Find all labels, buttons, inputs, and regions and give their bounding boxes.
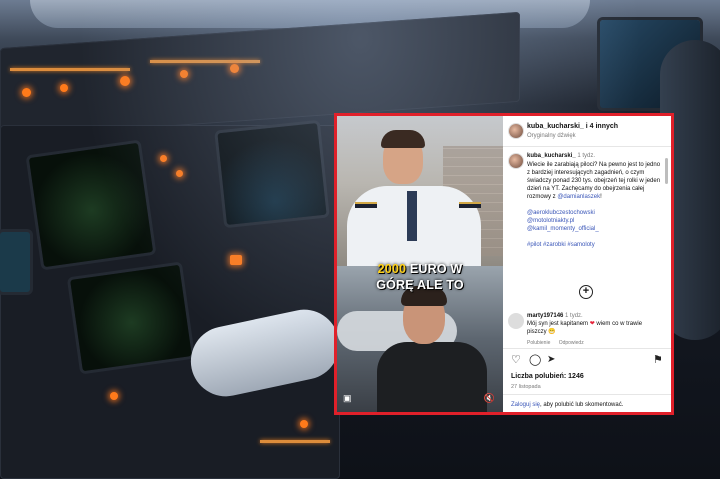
post-date: 27 listopada [511,384,541,390]
reply-text: Mój syn jest kapitanem ❤ wiem co w trawi… [527,320,661,336]
add-icon[interactable]: + [579,285,593,299]
comment-icon[interactable]: ◯ [529,354,541,366]
video-caption-line2: GÓRĘ ALE TO [376,278,464,292]
mute-icon[interactable]: 🔇 [484,393,495,404]
divider [503,394,671,395]
share-icon[interactable]: ➤ [547,354,555,366]
caption-highlight: 2000 [377,262,407,276]
pilot-hair [381,130,425,148]
post-sidebar: kuba_kucharski_ i 4 innych Oryginalny dź… [503,116,671,412]
scrollbar[interactable] [665,158,668,184]
divider [503,348,671,349]
epaulet [459,202,481,208]
avatar[interactable] [509,314,523,328]
mention-link[interactable]: @damianlaszek [557,194,600,200]
comment-time: 1 tydz. [577,153,596,159]
likes-count[interactable]: Liczba polubień: 1246 [511,372,584,381]
comment-tail: ! [600,194,602,200]
interviewer-image [377,342,487,412]
reply-button[interactable]: Odpowiedz [559,340,584,346]
reply-likes[interactable]: Polubienie [527,340,550,346]
reply-text-body: Mój syn jest kapitanem [527,321,589,327]
comment-body: kuba_kucharski_ 1 tydz. Wiecie ile zarab… [527,152,661,249]
avatar[interactable] [509,154,523,168]
emoji-icon: 😁 [548,329,556,335]
avatar[interactable] [509,124,523,138]
audio-label[interactable]: Oryginalny dźwięk [527,132,576,140]
tie [407,191,417,241]
comment-username[interactable]: kuba_kucharski_ [527,153,576,159]
action-bar: ♡ ◯ ➤ ⚑ [511,354,663,368]
tag-link[interactable]: @motolotniakty.pl [527,217,661,225]
login-prompt: Zaloguj się, aby polubić lub skomentować… [511,401,623,409]
bookmark-icon[interactable]: ⚑ [653,354,663,366]
login-link[interactable]: Zaloguj się [511,402,540,408]
heart-icon[interactable]: ♡ [511,354,521,366]
comment-text: Wiecie ile zarabiają piloci? Na pewno je… [527,161,661,201]
epaulet [355,202,377,208]
post-header: kuba_kucharski_ i 4 innych Oryginalny dź… [509,122,665,144]
video-caption-line1: 2000 EURO W [337,262,503,276]
reply-body: marty197146 1 tydz. Mój syn jest kapitan… [527,312,661,347]
tag-link[interactable]: @aeroklubczestochowski [527,209,661,217]
instagram-logo-icon: ▣ [343,393,352,403]
caption-text: EURO W [406,262,463,276]
divider [503,146,671,147]
login-text: , aby polubić lub skomentować. [540,402,624,408]
reply-time: 1 tydz. [565,313,583,319]
video-player[interactable]: 2000 EURO W GÓRĘ ALE TO ▣ 🔇 [337,116,503,412]
instagram-post: 2000 EURO W GÓRĘ ALE TO ▣ 🔇 kuba_kuchars… [334,113,674,415]
tag-link[interactable]: @kamil_momenty_official_ [527,225,661,233]
post-author[interactable]: kuba_kucharski_ i 4 innych [527,122,618,131]
reply-username[interactable]: marty197146 [527,313,563,319]
hashtags[interactable]: #pilot #zarobki #samoloty [527,241,661,249]
